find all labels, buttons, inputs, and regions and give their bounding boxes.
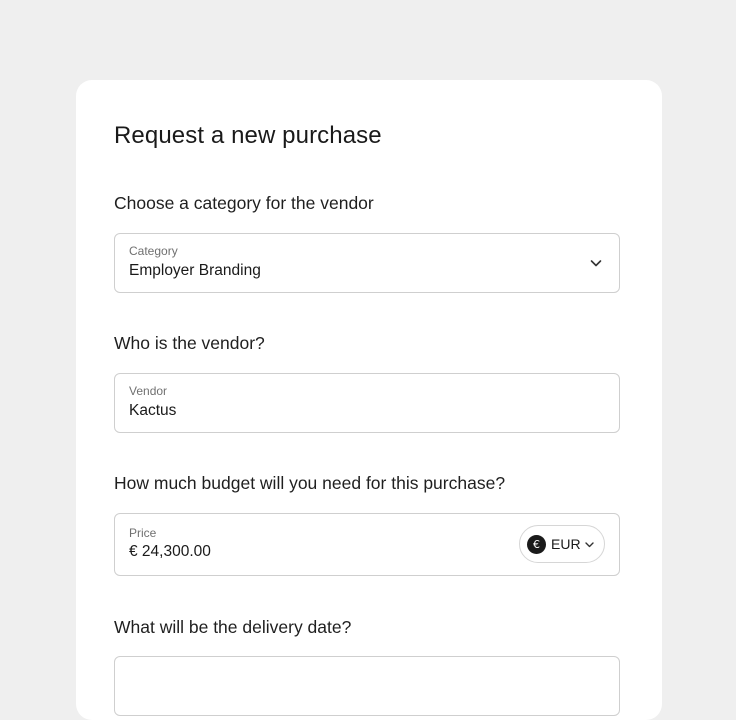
page-title: Request a new purchase [114, 122, 382, 149]
category-value: Employer Branding [129, 262, 261, 279]
currency-select[interactable]: € EUR [519, 525, 605, 563]
price-value: € 24,300.00 [129, 543, 211, 560]
vendor-label: Vendor [129, 384, 168, 398]
category-label: Category [129, 244, 178, 258]
budget-question: How much budget will you need for this p… [114, 473, 506, 493]
price-label: Price [129, 526, 157, 540]
vendor-field[interactable]: Vendor Kactus [114, 373, 620, 433]
chevron-down-icon [590, 260, 602, 267]
euro-icon: € [527, 535, 546, 554]
price-field[interactable]: Price € 24,300.00 € EUR [114, 513, 620, 576]
delivery-date-field[interactable] [114, 656, 620, 716]
vendor-value: Kactus [129, 402, 177, 419]
purchase-request-card: Request a new purchase Choose a category… [76, 80, 662, 720]
currency-code: EUR [551, 536, 581, 552]
category-select[interactable]: Category Employer Branding [114, 233, 620, 293]
category-question: Choose a category for the vendor [114, 193, 374, 213]
vendor-question: Who is the vendor? [114, 333, 265, 353]
chevron-down-icon [585, 542, 594, 548]
delivery-date-question: What will be the delivery date? [114, 617, 352, 637]
